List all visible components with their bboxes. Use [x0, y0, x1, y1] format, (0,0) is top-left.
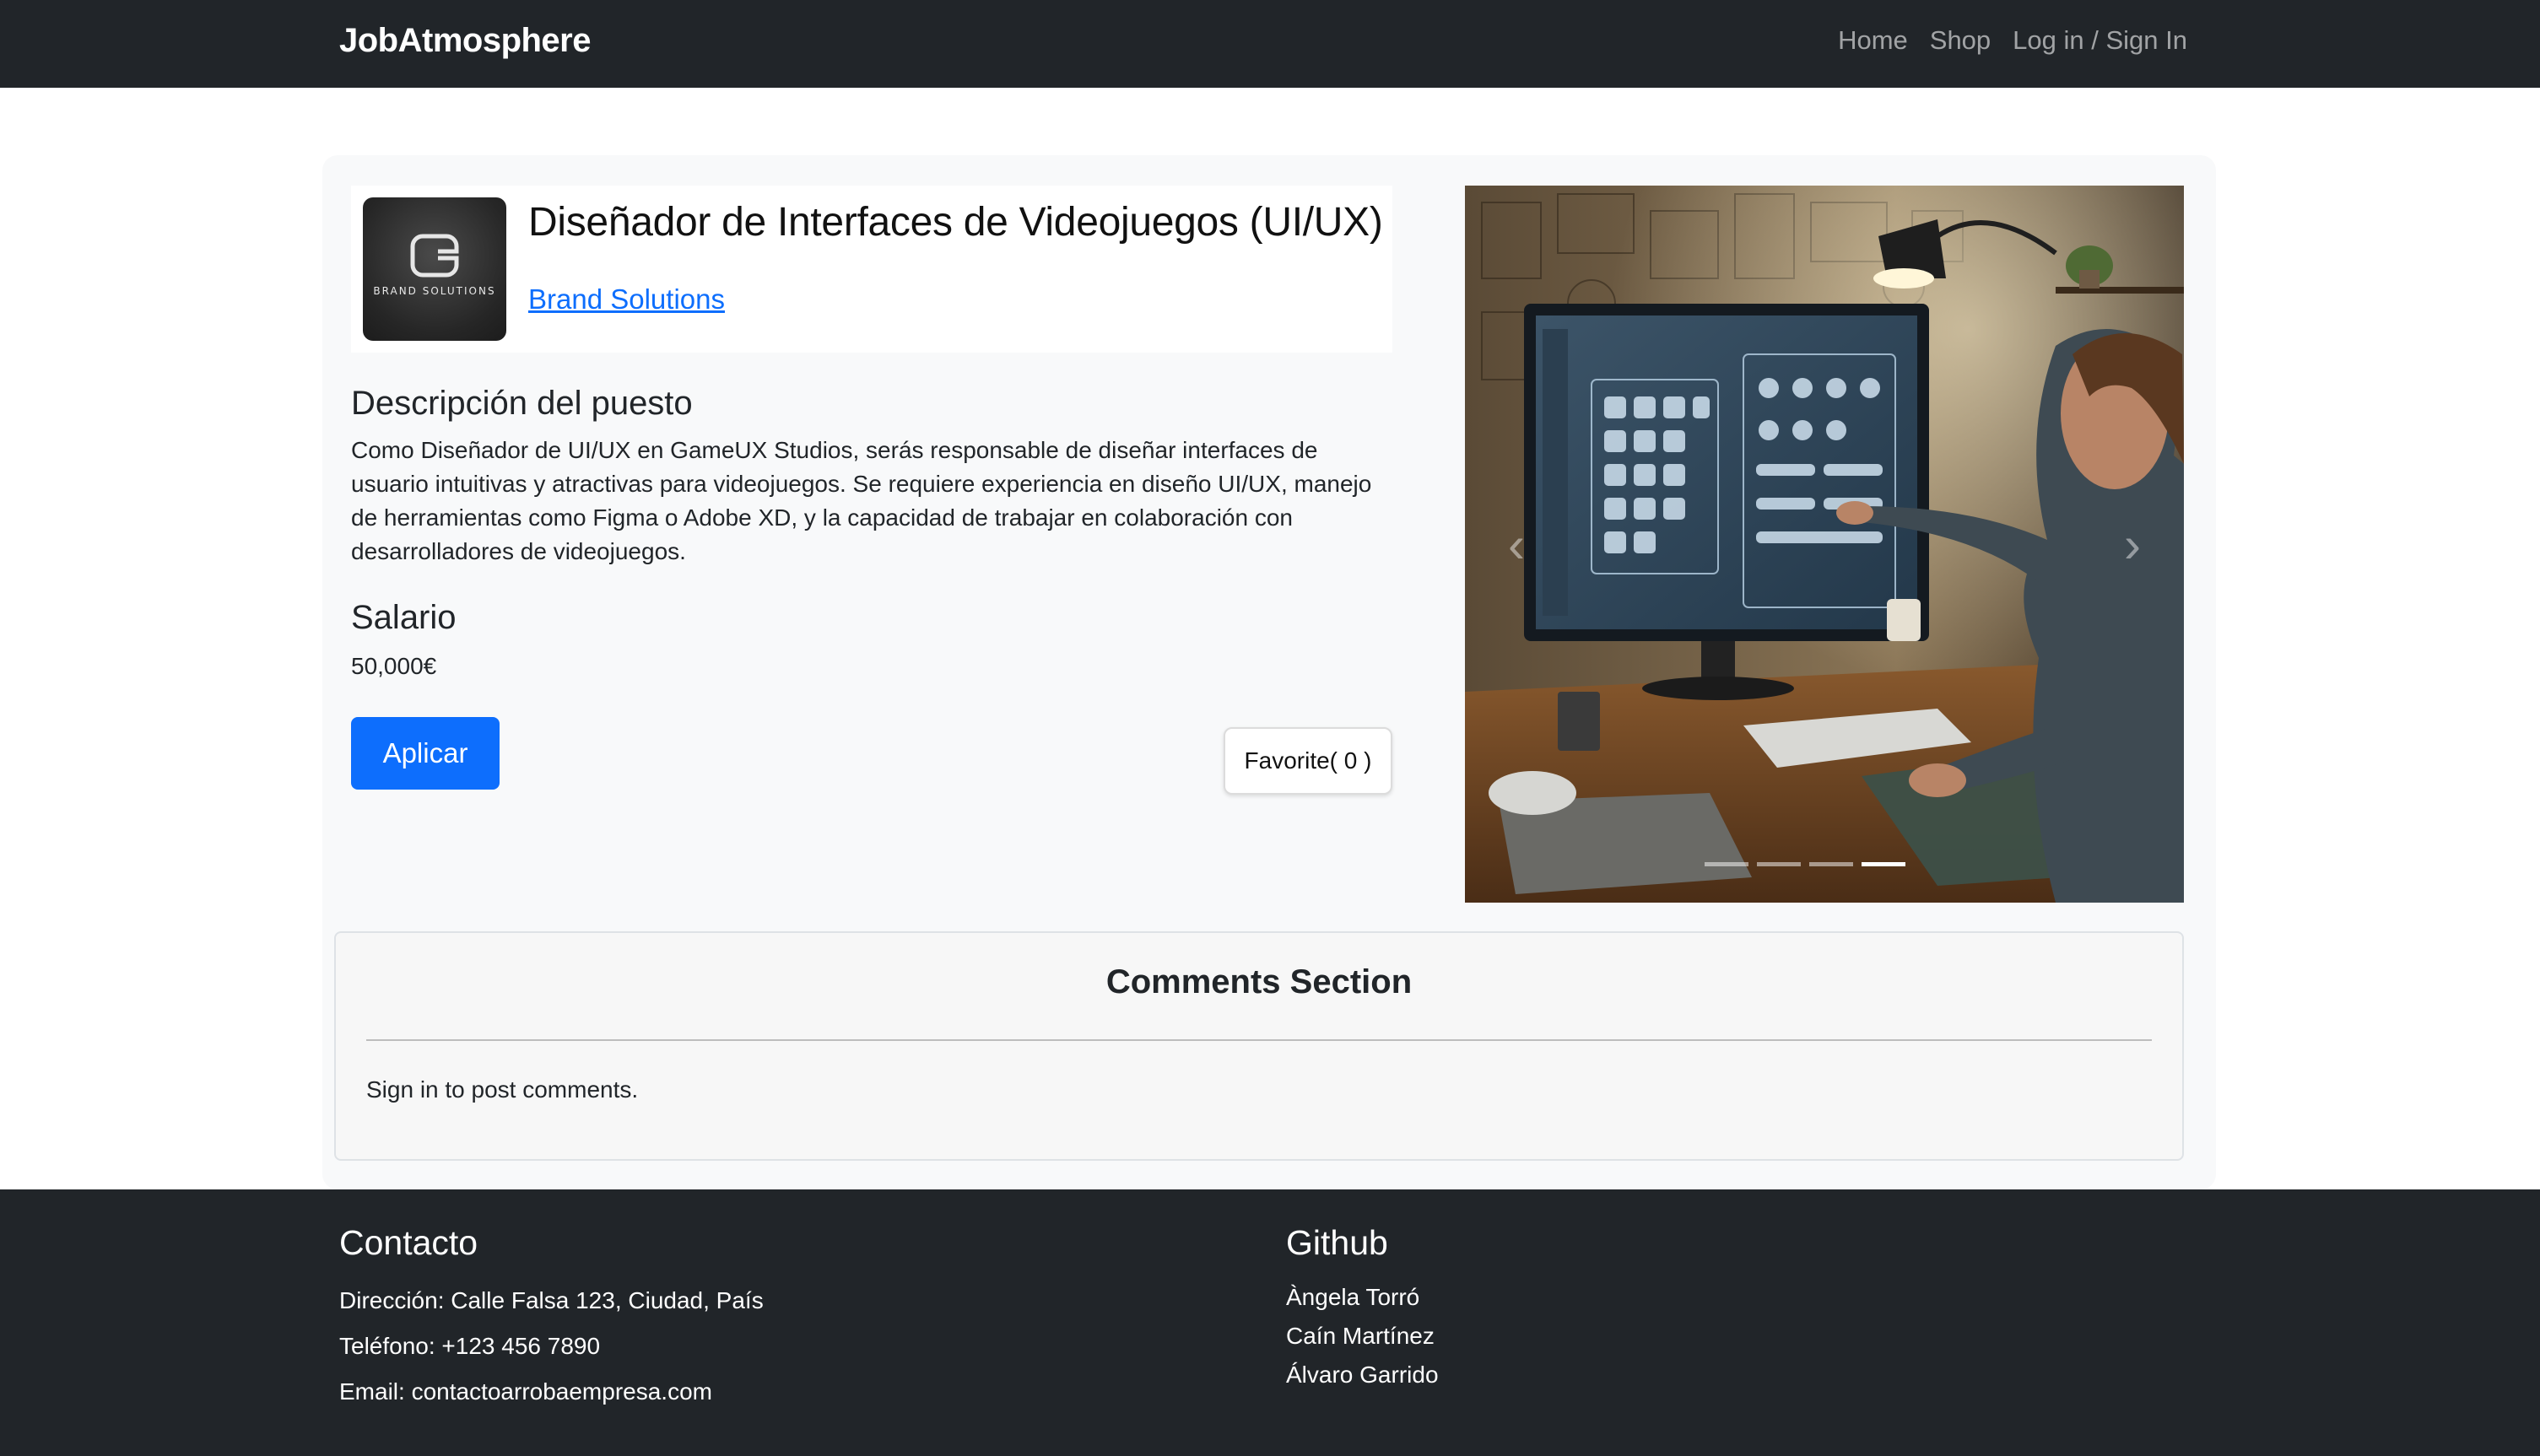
- github-heading: Github: [1286, 1223, 1388, 1262]
- job-title: Diseñador de Interfaces de Videojuegos (…: [528, 200, 1383, 245]
- carousel-slide-image: [1465, 186, 2184, 903]
- description-heading: Descripción del puesto: [351, 385, 693, 422]
- chevron-left-icon: ‹: [1508, 515, 1525, 573]
- footer: Contacto Dirección: Calle Falsa 123, Ciu…: [0, 1189, 2540, 1456]
- sign-in-prompt: Sign in to post comments.: [366, 1076, 639, 1103]
- contact-address: Dirección: Calle Falsa 123, Ciudad, País: [339, 1287, 764, 1313]
- chevron-right-icon: ›: [2124, 515, 2141, 573]
- navbar: JobAtmosphere Home Shop Log in / Sign In: [0, 0, 2540, 88]
- nav-links: Home Shop Log in / Sign In: [1838, 25, 2187, 56]
- company-logo: BRAND SOLUTIONS: [363, 197, 506, 341]
- carousel-indicators: [1705, 862, 1905, 866]
- comments-section: Comments Section Sign in to post comment…: [334, 931, 2184, 1161]
- carousel-indicator-active[interactable]: [1862, 862, 1905, 866]
- image-carousel: ‹ ›: [1465, 186, 2184, 903]
- job-description: Como Diseñador de UI/UX en GameUX Studio…: [351, 437, 1372, 564]
- carousel-indicator[interactable]: [1809, 862, 1853, 866]
- nav-home-link[interactable]: Home: [1838, 25, 1908, 56]
- job-detail-card: BRAND SOLUTIONS Diseñador de Interfaces …: [322, 155, 2216, 1189]
- logo-wordmark: BRAND SOLUTIONS: [373, 285, 496, 297]
- contact-heading: Contacto: [339, 1223, 478, 1262]
- carousel-indicator[interactable]: [1705, 862, 1748, 866]
- salary-value: 50,000€: [351, 653, 437, 679]
- github-link-alvaro[interactable]: Álvaro Garrido: [1286, 1362, 1439, 1389]
- brand-solutions-logo-icon: [410, 234, 459, 278]
- carousel-indicator[interactable]: [1757, 862, 1801, 866]
- github-link-angela[interactable]: Àngela Torró: [1286, 1284, 1419, 1311]
- nav-shop-link[interactable]: Shop: [1930, 25, 1991, 56]
- comments-divider: [366, 1039, 2152, 1041]
- brand-logo[interactable]: JobAtmosphere: [339, 22, 592, 60]
- carousel-next-button[interactable]: ›: [2103, 515, 2162, 574]
- apply-button[interactable]: Aplicar: [351, 717, 500, 790]
- job-header: BRAND SOLUTIONS Diseñador de Interfaces …: [351, 186, 1392, 353]
- company-link[interactable]: Brand Solutions: [528, 283, 725, 315]
- nav-login-link[interactable]: Log in / Sign In: [2013, 25, 2187, 56]
- contact-email: Email: contactoarrobaempresa.com: [339, 1378, 712, 1405]
- salary-heading: Salario: [351, 599, 457, 636]
- contact-phone: Teléfono: +123 456 7890: [339, 1333, 601, 1359]
- comments-title: Comments Section: [1105, 963, 1413, 1000]
- carousel-prev-button[interactable]: ‹: [1487, 515, 1546, 574]
- favorite-button[interactable]: Favorite( 0 ): [1224, 727, 1392, 795]
- github-link-cain[interactable]: Caín Martínez: [1286, 1323, 1435, 1350]
